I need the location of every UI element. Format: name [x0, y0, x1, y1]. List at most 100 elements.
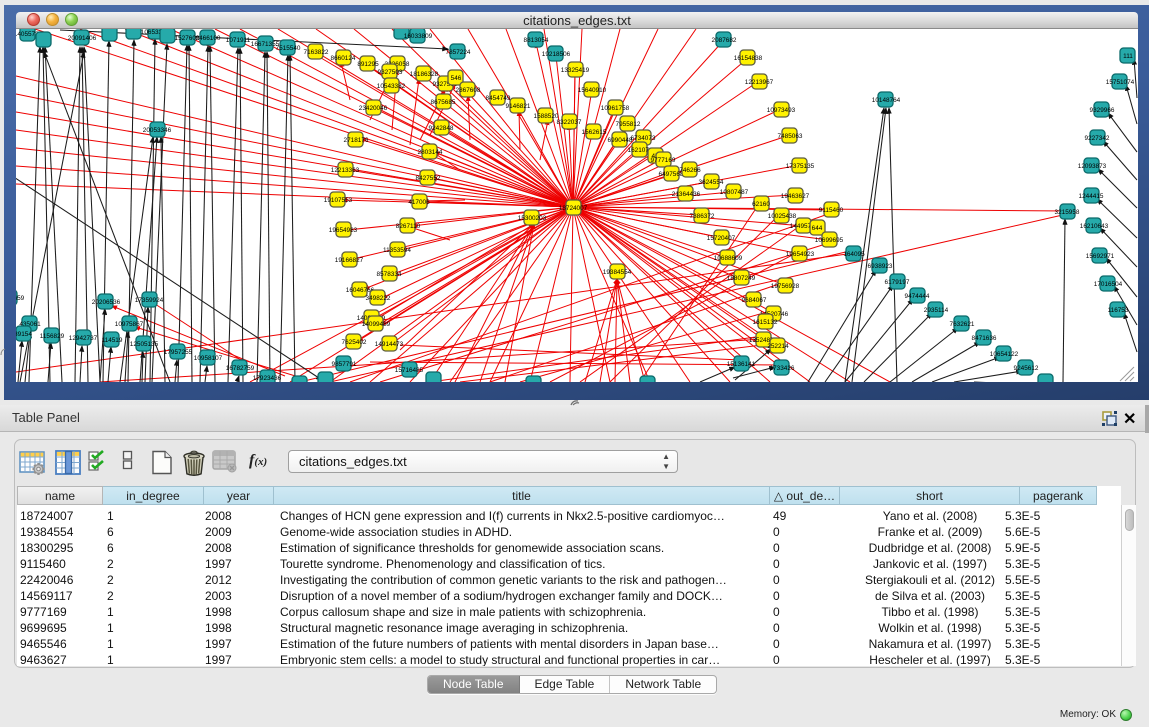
svg-text:15720407: 15720407	[707, 235, 736, 242]
svg-text:9227342: 9227342	[1085, 135, 1110, 142]
svg-text:7386372: 7386372	[690, 213, 715, 220]
svg-text:14099489: 14099489	[362, 321, 391, 328]
svg-text:546: 546	[451, 75, 462, 82]
svg-text:9242848: 9242848	[429, 125, 454, 132]
svg-text:9474444: 9474444	[905, 293, 930, 300]
svg-text:9777169: 9777169	[651, 157, 676, 164]
svg-text:8454749: 8454749	[486, 95, 511, 102]
svg-text:7955812: 7955812	[616, 121, 641, 128]
svg-text:21364436: 21364436	[672, 191, 701, 198]
svg-text:12213363: 12213363	[331, 167, 360, 174]
svg-text:20206536: 20206536	[92, 299, 121, 306]
svg-text:7625402: 7625402	[342, 339, 367, 346]
svg-text:10025438: 10025438	[768, 213, 797, 220]
svg-text:18186328: 18186328	[410, 71, 439, 78]
svg-text:16033809: 16033809	[404, 33, 433, 40]
svg-text:17957255: 17957255	[164, 349, 193, 356]
svg-text:1562615: 1562615	[582, 129, 607, 136]
svg-text:12093873: 12093873	[1078, 163, 1107, 170]
svg-text:746266: 746266	[679, 167, 701, 174]
svg-text:10961758: 10961758	[601, 105, 630, 112]
svg-text:16782759: 16782759	[226, 365, 255, 372]
svg-text:164095: 164095	[843, 251, 865, 258]
svg-text:17923436: 17923436	[253, 375, 282, 382]
svg-text:15751074: 15751074	[1106, 79, 1135, 86]
svg-text:19218506: 19218506	[542, 51, 571, 58]
svg-text:6179197: 6179197	[885, 279, 910, 286]
svg-text:12505135: 12505135	[130, 341, 159, 348]
svg-text:6990448: 6990448	[608, 137, 633, 144]
svg-text:10148764: 10148764	[872, 97, 901, 104]
svg-text:3498222: 3498222	[366, 295, 391, 302]
svg-text:8578334: 8578334	[377, 271, 402, 278]
svg-text:10699695: 10699695	[815, 237, 844, 244]
svg-text:12213967: 12213967	[745, 79, 774, 86]
svg-text:6734073: 6734073	[631, 135, 656, 142]
svg-text:8813054: 8813054	[524, 37, 549, 44]
svg-text:19756928: 19756928	[771, 283, 800, 290]
svg-text:1071911: 1071911	[226, 37, 251, 44]
svg-text:19166827: 19166827	[335, 257, 364, 264]
svg-text:2935114: 2935114	[924, 307, 949, 314]
svg-text:3624554: 3624554	[699, 179, 724, 186]
svg-text:20091406: 20091406	[68, 35, 97, 42]
svg-text:62160: 62160	[752, 201, 770, 208]
svg-text:417006: 417006	[408, 199, 430, 206]
svg-text:15692971: 15692971	[1086, 253, 1115, 260]
svg-text:17375135: 17375135	[786, 163, 815, 170]
svg-text:1156829: 1156829	[40, 333, 65, 340]
svg-text:8267110: 8267110	[396, 223, 421, 230]
svg-text:9857791: 9857791	[332, 361, 357, 368]
svg-text:10807487: 10807487	[720, 189, 749, 196]
svg-text:16154838: 16154838	[734, 55, 763, 62]
svg-text:10973493: 10973493	[767, 107, 796, 114]
svg-text:18724007: 18724007	[559, 205, 588, 212]
svg-text:10958107: 10958107	[194, 355, 223, 362]
svg-text:8675685: 8675685	[431, 99, 456, 106]
svg-text:12942737: 12942737	[69, 335, 98, 342]
svg-text:15640910: 15640910	[578, 87, 607, 94]
svg-text:3215958: 3215958	[1055, 209, 1080, 216]
svg-text:19654923: 19654923	[786, 251, 815, 258]
svg-text:111: 111	[1123, 53, 1133, 60]
svg-text:9115460: 9115460	[819, 207, 844, 214]
svg-text:8660124: 8660124	[331, 55, 356, 62]
svg-text:15716485: 15716485	[395, 367, 424, 374]
svg-text:7857224: 7857224	[446, 49, 471, 56]
svg-text:9146821: 9146821	[506, 103, 531, 110]
svg-text:21260659: 21260659	[16, 295, 25, 302]
svg-text:14914473: 14914473	[375, 341, 404, 348]
svg-text:114519: 114519	[102, 337, 123, 344]
svg-text:6938923: 6938923	[868, 263, 893, 270]
svg-text:19384554: 19384554	[603, 269, 632, 276]
svg-text:7515540: 7515540	[276, 45, 301, 52]
svg-text:7163822: 7163822	[304, 49, 329, 56]
svg-text:7632621: 7632621	[950, 321, 975, 328]
svg-text:8427552: 8427552	[416, 175, 441, 182]
svg-text:1588520: 1588520	[534, 113, 559, 120]
svg-text:19107553: 19107553	[324, 197, 353, 204]
svg-text:19463627: 19463627	[781, 193, 810, 200]
svg-text:2718176: 2718176	[344, 137, 369, 144]
svg-text:7485063: 7485063	[778, 133, 803, 140]
svg-text:19654983: 19654983	[329, 227, 358, 234]
svg-text:1615132: 1615132	[753, 319, 778, 326]
svg-text:10975867: 10975867	[115, 321, 144, 328]
svg-text:9684067: 9684067	[742, 297, 767, 304]
svg-text:13325419: 13325419	[561, 67, 590, 74]
svg-text:17016504: 17016504	[1094, 281, 1123, 288]
svg-text:20053346: 20053346	[143, 127, 172, 134]
svg-text:10543382: 10543382	[377, 83, 406, 90]
svg-text:1244415: 1244415	[1079, 193, 1104, 200]
svg-text:6466100: 6466100	[196, 35, 221, 42]
svg-text:116753: 116753	[1108, 307, 1129, 314]
svg-text:8322037: 8322037	[557, 119, 582, 126]
svg-text:39154: 39154	[16, 331, 32, 338]
svg-text:2867608: 2867608	[456, 87, 481, 94]
svg-text:9327503: 9327503	[378, 69, 403, 76]
svg-text:8471636: 8471636	[972, 335, 997, 342]
svg-text:644: 644	[812, 225, 823, 232]
svg-text:2803144: 2803144	[418, 149, 443, 156]
svg-text:23420046: 23420046	[359, 105, 388, 112]
svg-text:1733426: 1733426	[770, 365, 795, 372]
